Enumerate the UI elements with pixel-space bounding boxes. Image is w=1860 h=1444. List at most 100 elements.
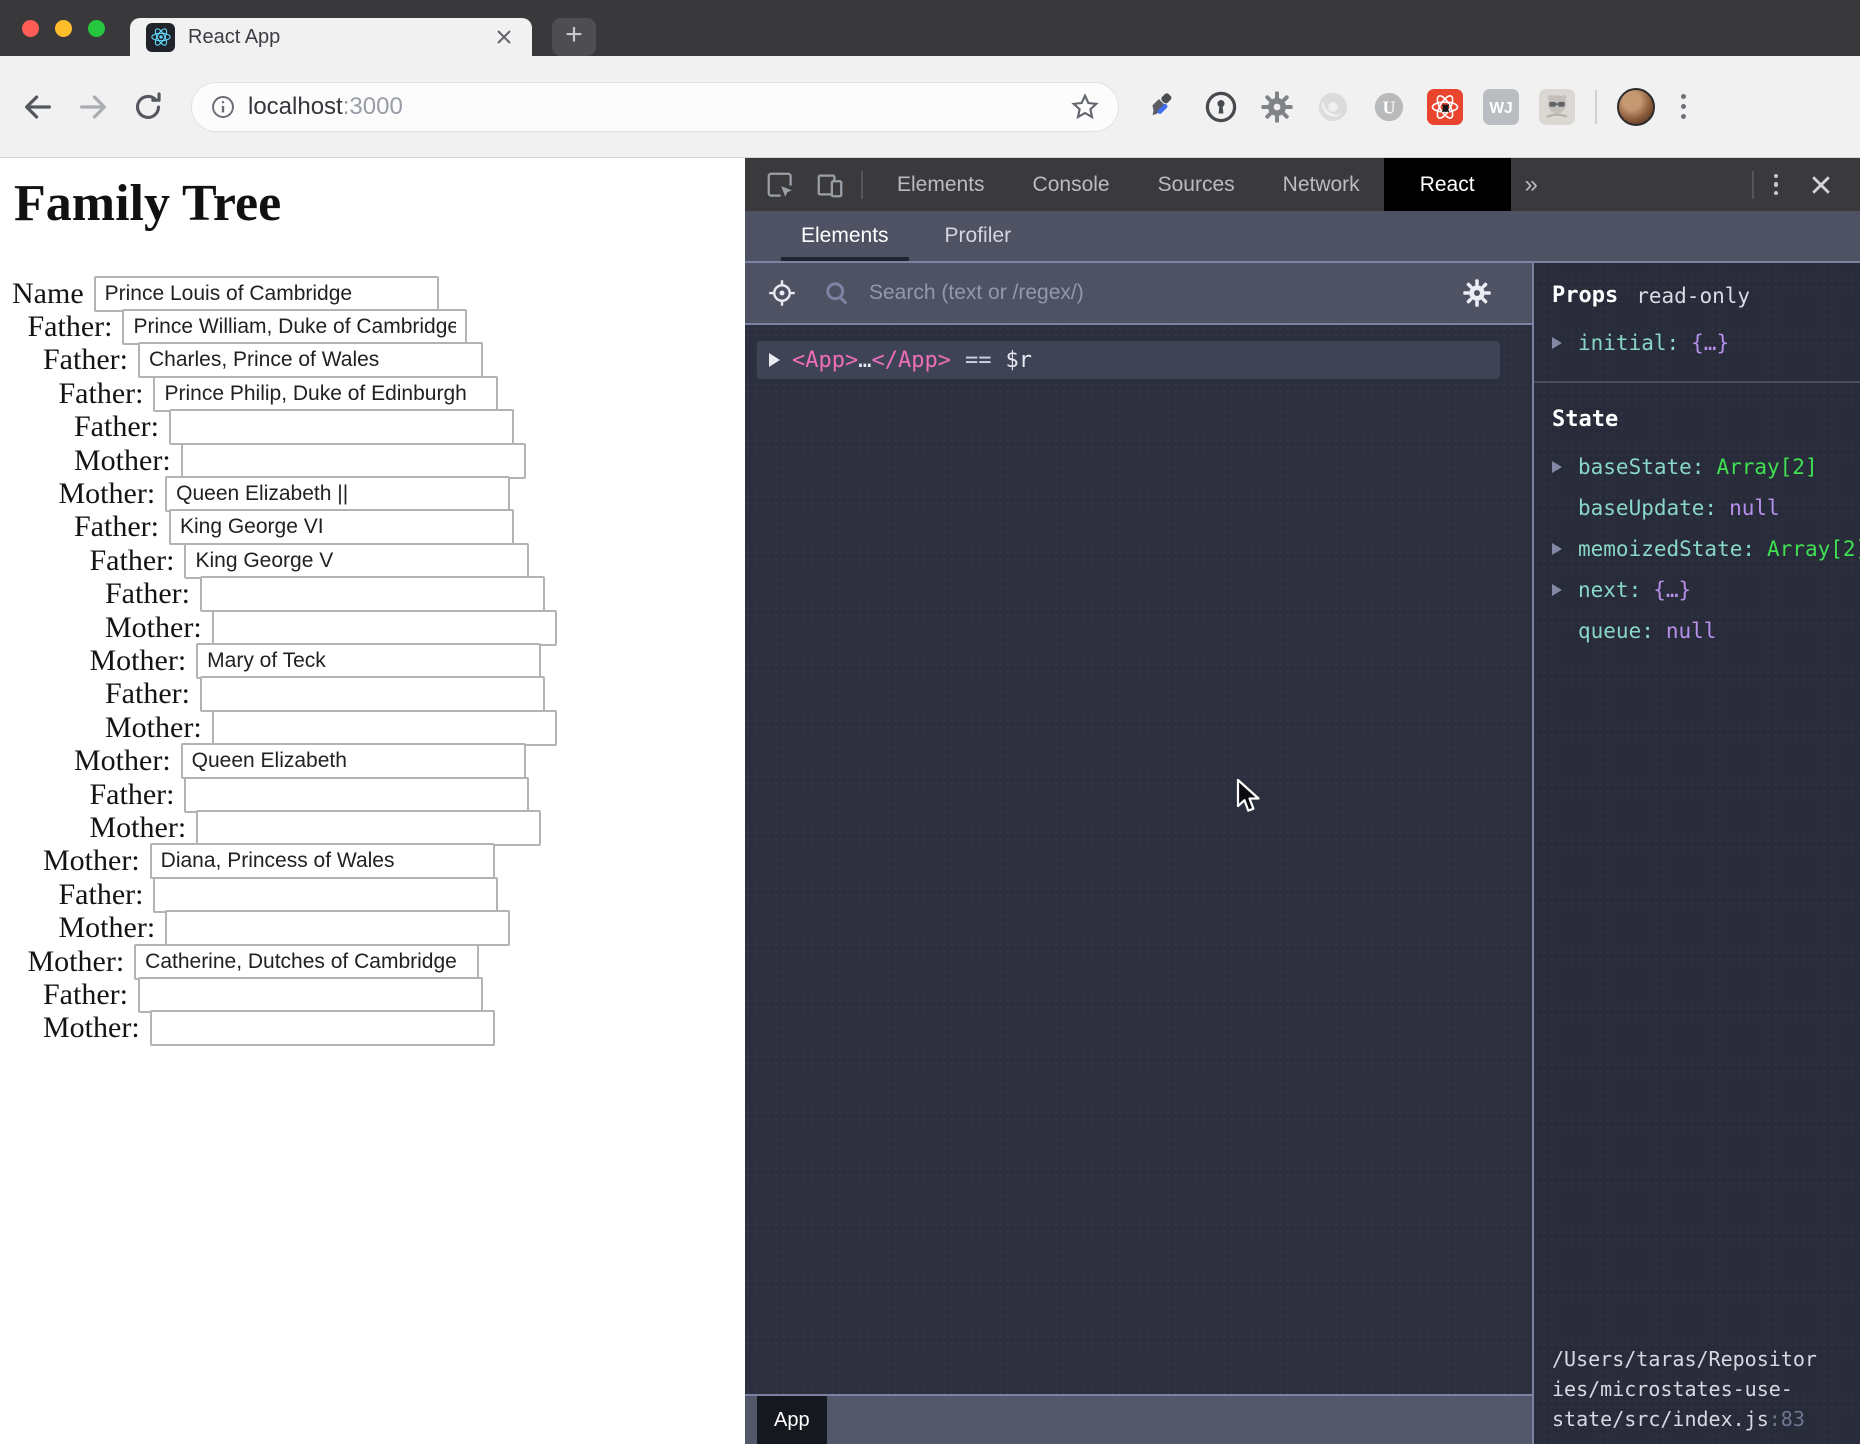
devtools-tab-react[interactable]: React <box>1384 158 1511 211</box>
react-search-bar <box>745 263 1532 325</box>
state-key: baseUpdate: <box>1578 496 1717 520</box>
person-row: Father: <box>59 377 746 410</box>
person-input[interactable] <box>134 944 479 980</box>
browser-tab[interactable]: React App <box>130 18 532 56</box>
props-readonly-badge: read-only <box>1636 284 1750 308</box>
source-file-path[interactable]: /Users/taras/Repositories/microstates-us… <box>1534 1344 1860 1444</box>
person-input[interactable] <box>212 710 557 746</box>
expand-triangle-icon[interactable] <box>1552 461 1562 473</box>
person-row: Mother: <box>43 1012 745 1045</box>
inspect-element-icon[interactable] <box>765 170 795 200</box>
person-input[interactable] <box>200 676 545 712</box>
more-tabs-icon[interactable]: » <box>1525 171 1538 199</box>
person-input[interactable] <box>200 576 545 612</box>
ublock-icon[interactable]: U <box>1371 89 1407 125</box>
person-label: Mother: <box>74 744 171 778</box>
ember-mascot-icon[interactable] <box>1539 89 1575 125</box>
person-input[interactable] <box>165 910 510 946</box>
search-icon <box>823 279 851 307</box>
component-tree: <App>…</App> == $r <box>745 325 1532 1394</box>
person-input[interactable] <box>153 877 498 913</box>
person-input[interactable] <box>138 342 483 378</box>
bookmark-star-icon[interactable] <box>1070 92 1100 122</box>
react-devtools-icon[interactable] <box>1427 89 1463 125</box>
state-section: State baseState:Array[2]baseUpdate:nullm… <box>1534 383 1860 1344</box>
expand-triangle-icon[interactable] <box>1552 543 1562 555</box>
person-input[interactable] <box>184 777 529 813</box>
person-row: Father: <box>90 544 746 577</box>
person-input[interactable] <box>153 376 498 412</box>
close-window-button[interactable] <box>22 20 39 37</box>
site-info-icon[interactable] <box>210 94 236 120</box>
browser-toolbar: localhost:3000 U WJ <box>0 56 1860 158</box>
debugger-gear-icon[interactable] <box>1259 89 1295 125</box>
1password-icon[interactable] <box>1203 89 1239 125</box>
expand-triangle-icon[interactable] <box>1552 337 1562 349</box>
settings-gear-icon[interactable] <box>1462 278 1492 308</box>
state-value: {…} <box>1653 578 1691 602</box>
devtools-tab-network[interactable]: Network <box>1259 158 1384 211</box>
search-input[interactable] <box>867 280 1452 306</box>
person-input[interactable] <box>150 843 495 879</box>
device-toolbar-icon[interactable] <box>815 170 845 200</box>
toolbar-divider <box>1595 90 1597 124</box>
person-row: Name <box>12 277 745 310</box>
person-label: Mother: <box>74 444 171 478</box>
zoom-window-button[interactable] <box>88 20 105 37</box>
close-tag: </App> <box>871 348 950 373</box>
mouse-cursor <box>1235 778 1262 814</box>
devtools-menu-icon[interactable] <box>1770 170 1783 200</box>
reload-icon[interactable] <box>131 90 165 124</box>
svg-text:WJ: WJ <box>1489 100 1512 117</box>
devtools-tab-sources[interactable]: Sources <box>1134 158 1259 211</box>
person-input[interactable] <box>94 276 439 312</box>
browser-menu-icon[interactable] <box>1677 90 1690 123</box>
prop-value: {…} <box>1691 331 1729 355</box>
address-bar[interactable]: localhost:3000 <box>191 82 1119 132</box>
person-row: Mother: <box>105 711 745 744</box>
person-input[interactable] <box>181 443 526 479</box>
expand-triangle-icon[interactable] <box>769 353 780 367</box>
person-input[interactable] <box>150 1010 495 1046</box>
swirl-icon[interactable] <box>1315 89 1351 125</box>
person-label: Mother: <box>90 644 187 678</box>
person-input[interactable] <box>169 409 514 445</box>
select-element-target-icon[interactable] <box>767 278 797 308</box>
component-row-app[interactable]: <App>…</App> == $r <box>757 341 1500 379</box>
devtools-tab-elements[interactable]: Elements <box>873 158 1009 211</box>
state-key: memoizedState: <box>1578 537 1755 561</box>
minimize-window-button[interactable] <box>55 20 72 37</box>
tab-close-icon[interactable] <box>492 25 516 49</box>
person-label: Mother: <box>105 711 202 745</box>
devtools-tab-strip: ElementsConsoleSourcesNetworkReact <box>873 158 1511 211</box>
person-input[interactable] <box>212 610 557 646</box>
person-input[interactable] <box>184 543 529 579</box>
state-key: next: <box>1578 578 1641 602</box>
breadcrumb-app-tab[interactable]: App <box>757 1396 827 1444</box>
react-subtab-profiler[interactable]: Profiler <box>945 211 1012 261</box>
person-input[interactable] <box>196 810 541 846</box>
person-input[interactable] <box>196 643 541 679</box>
eyedropper-icon[interactable] <box>1147 89 1183 125</box>
state-row: queue:null <box>1552 610 1860 651</box>
wj-icon[interactable]: WJ <box>1483 89 1519 125</box>
back-icon[interactable] <box>21 90 55 124</box>
state-key: baseState: <box>1578 455 1704 479</box>
state-value: Array[2] <box>1716 455 1817 479</box>
devtools-tab-console[interactable]: Console <box>1009 158 1134 211</box>
extensions-row: U WJ <box>1147 89 1575 125</box>
profile-avatar[interactable] <box>1617 88 1655 126</box>
window-controls <box>22 0 105 56</box>
person-input[interactable] <box>165 476 510 512</box>
react-subtab-elements[interactable]: Elements <box>801 211 889 261</box>
person-input[interactable] <box>122 309 467 345</box>
new-tab-button[interactable]: + <box>552 18 596 56</box>
person-row: Father: <box>105 578 745 611</box>
forward-icon[interactable] <box>76 90 110 124</box>
person-input[interactable] <box>181 743 526 779</box>
devtools-close-icon[interactable] <box>1808 172 1834 198</box>
person-input[interactable] <box>138 977 483 1013</box>
expand-triangle-icon[interactable] <box>1552 584 1562 596</box>
person-input[interactable] <box>169 509 514 545</box>
state-value: null <box>1666 619 1717 643</box>
